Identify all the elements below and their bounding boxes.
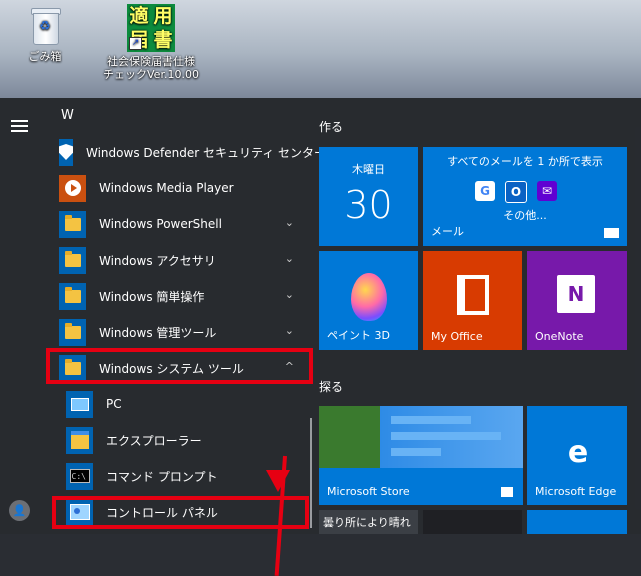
app-icon-glyph: 書 bbox=[153, 29, 173, 51]
app-item-label: PC bbox=[106, 397, 122, 411]
app-list: W Windows Defender セキュリティ センター Windows M… bbox=[44, 98, 326, 534]
folder-icon bbox=[59, 246, 86, 274]
app-item-label: Windows PowerShell bbox=[99, 217, 222, 231]
my-office-tile[interactable]: My Office bbox=[423, 251, 522, 350]
calendar-tile[interactable]: 木曜日 30 bbox=[319, 147, 418, 246]
calendar-day: 木曜日 bbox=[352, 163, 385, 176]
annotation-arrow-head bbox=[266, 470, 290, 492]
app-shortcut-icon: 適 用 届 書 ↗ bbox=[127, 4, 175, 52]
app-icon-glyph: 適 bbox=[129, 5, 149, 27]
app-subitem-pc[interactable]: PC bbox=[44, 386, 310, 422]
tile-area: 作る 木曜日 30 すべてのメールを 1 か所で表示 G O ✉ その他... … bbox=[312, 98, 641, 534]
edge-label: Microsoft Edge bbox=[535, 485, 617, 498]
section-letter[interactable]: W bbox=[61, 108, 74, 123]
highlight-system-tools bbox=[46, 348, 313, 384]
start-menu: 👤 W Windows Defender セキュリティ センター Windows… bbox=[0, 98, 641, 576]
tile-partial[interactable] bbox=[527, 510, 627, 534]
tile-group-title: 探る bbox=[319, 380, 344, 394]
yahoo-mail-icon: ✉ bbox=[537, 181, 557, 201]
app-item-powershell[interactable]: Windows PowerShell ⌄ bbox=[44, 206, 310, 242]
edge-tile[interactable]: e Microsoft Edge bbox=[527, 406, 627, 505]
media-player-icon bbox=[59, 174, 86, 202]
app-shortcut-label-line1: 社会保険届書仕様 bbox=[107, 55, 195, 68]
store-bag-icon bbox=[501, 487, 513, 497]
mail-label: メール bbox=[431, 225, 464, 238]
app-item-label: コマンド プロンプト bbox=[106, 469, 218, 484]
tile-group-title: 作る bbox=[319, 120, 344, 134]
folder-icon bbox=[59, 282, 86, 310]
app-icon-glyph: 用 bbox=[153, 5, 173, 27]
pc-icon bbox=[66, 390, 93, 418]
paint3d-icon bbox=[351, 273, 387, 321]
store-tile[interactable]: Microsoft Store bbox=[319, 406, 523, 505]
highlight-control-panel bbox=[52, 496, 309, 529]
chevron-down-icon[interactable]: ⌄ bbox=[285, 216, 294, 229]
onenote-label: OneNote bbox=[535, 330, 584, 343]
user-avatar-icon[interactable]: 👤 bbox=[9, 500, 30, 521]
shield-icon bbox=[59, 138, 73, 166]
store-preview-image bbox=[319, 406, 523, 468]
onenote-icon: N bbox=[557, 275, 595, 313]
file-explorer-icon bbox=[66, 426, 93, 454]
office-icon bbox=[457, 275, 489, 315]
app-subitem-explorer[interactable]: エクスプローラー bbox=[44, 422, 310, 458]
folder-icon bbox=[59, 210, 86, 238]
desktop-background: ♻ ごみ箱 適 用 届 書 ↗ 社会保険届書仕様 チェックVer.10.00 bbox=[0, 0, 641, 98]
app-item-ease-of-access[interactable]: Windows 簡単操作 ⌄ bbox=[44, 278, 310, 314]
envelope-icon bbox=[604, 228, 619, 238]
weather-tile[interactable]: 曇り所により晴れ bbox=[319, 510, 418, 534]
paint3d-tile[interactable]: ペイント 3D bbox=[319, 251, 418, 350]
recycle-bin-shortcut[interactable]: ♻ ごみ箱 bbox=[14, 6, 76, 63]
mail-provider-icons: G O ✉ bbox=[475, 181, 557, 203]
folder-icon bbox=[59, 318, 86, 346]
mail-more: その他... bbox=[503, 209, 547, 222]
mail-tile[interactable]: すべてのメールを 1 か所で表示 G O ✉ その他... メール bbox=[423, 147, 627, 246]
app-item-accessories[interactable]: Windows アクセサリ ⌄ bbox=[44, 242, 310, 278]
my-office-label: My Office bbox=[431, 330, 483, 343]
app-item-label: Windows Defender セキュリティ センター bbox=[86, 145, 327, 160]
app-item-media-player[interactable]: Windows Media Player bbox=[44, 170, 310, 206]
app-item-label: Windows Media Player bbox=[99, 181, 234, 195]
weather-label: 曇り所により晴れ bbox=[323, 516, 411, 529]
chevron-down-icon[interactable]: ⌄ bbox=[285, 252, 294, 265]
chevron-down-icon[interactable]: ⌄ bbox=[285, 324, 294, 337]
app-shortcut-label-line2: チェックVer.10.00 bbox=[103, 68, 199, 81]
edge-icon: e bbox=[567, 435, 589, 470]
mail-headline: すべてのメールを 1 か所で表示 bbox=[447, 155, 603, 168]
chevron-down-icon[interactable]: ⌄ bbox=[285, 288, 294, 301]
app-item-admin-tools[interactable]: Windows 管理ツール ⌄ bbox=[44, 314, 310, 350]
paint3d-label: ペイント 3D bbox=[327, 329, 390, 342]
app-item-label: Windows 管理ツール bbox=[99, 325, 217, 340]
outlook-icon: O bbox=[505, 181, 527, 203]
news-tile[interactable] bbox=[423, 510, 522, 534]
start-rail: 👤 bbox=[0, 98, 44, 534]
recycle-bin-icon: ♻ bbox=[27, 6, 63, 46]
app-item-label: Windows 簡単操作 bbox=[99, 289, 205, 304]
shortcut-arrow-icon: ↗ bbox=[129, 37, 142, 50]
app-item-label: エクスプローラー bbox=[106, 433, 202, 448]
hamburger-menu-icon[interactable] bbox=[11, 120, 28, 132]
recycle-bin-label: ごみ箱 bbox=[28, 50, 62, 63]
app-item-label: Windows アクセサリ bbox=[99, 253, 216, 268]
app-shortcut[interactable]: 適 用 届 書 ↗ 社会保険届書仕様 チェックVer.10.00 bbox=[96, 4, 206, 81]
google-icon: G bbox=[475, 181, 495, 201]
app-item-defender[interactable]: Windows Defender セキュリティ センター bbox=[44, 134, 326, 170]
onenote-tile[interactable]: N OneNote bbox=[527, 251, 627, 350]
command-prompt-icon: C:\ bbox=[66, 462, 93, 490]
store-label: Microsoft Store bbox=[327, 485, 410, 498]
calendar-date: 30 bbox=[344, 183, 393, 227]
